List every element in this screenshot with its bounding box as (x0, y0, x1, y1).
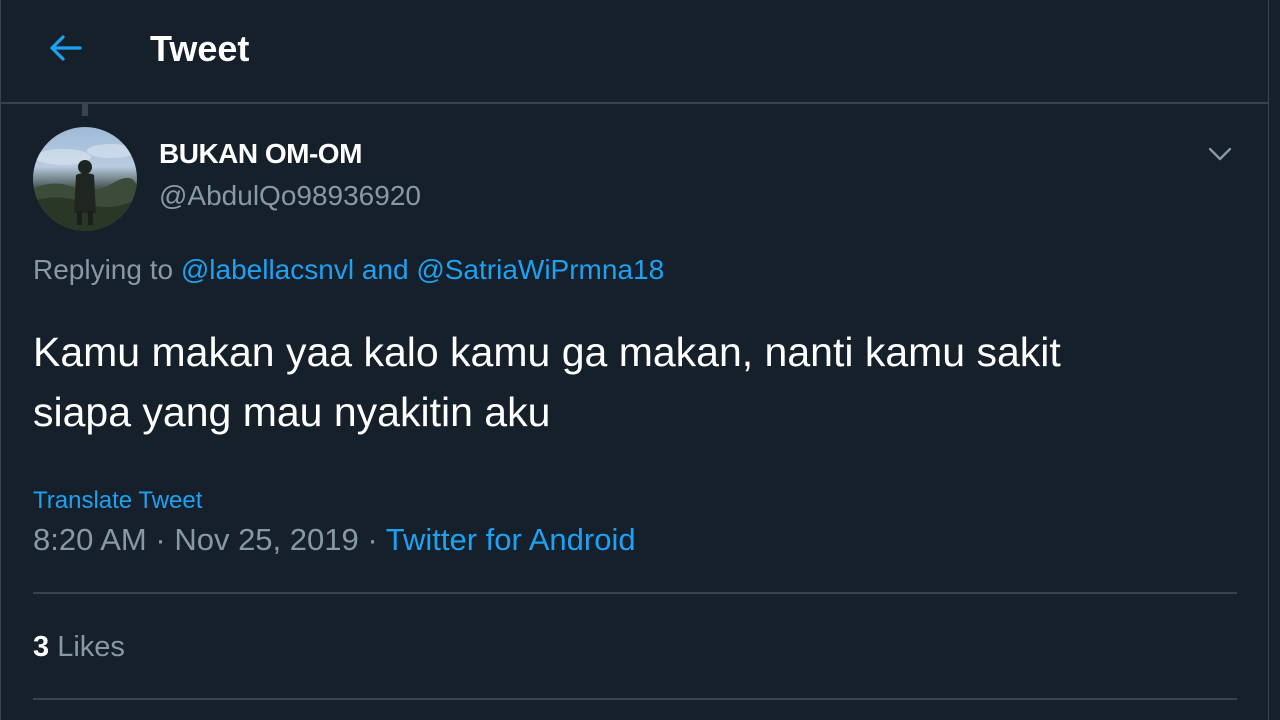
tweet-text-line: siapa yang mau nyakitin aku (33, 389, 551, 435)
left-border (0, 0, 1, 720)
mention-link-labellacsnvl[interactable]: @labellacsnvl (181, 254, 354, 285)
divider (33, 698, 1237, 700)
likes-label: Likes (57, 631, 125, 663)
tweet-time[interactable]: 8:20 AM (33, 522, 147, 557)
divider (33, 592, 1237, 594)
tweet-page: Tweet BUKAN OM-OM @AbdulQo98936920 Reply… (0, 0, 1280, 720)
right-border (1268, 0, 1269, 720)
tweet-source-link[interactable]: Twitter for Android (386, 522, 636, 557)
author-name[interactable]: BUKAN OM-OM (159, 138, 362, 170)
translate-tweet-link[interactable]: Translate Tweet (33, 487, 202, 515)
likes-link[interactable]: 3 Likes (33, 631, 125, 664)
tweet-metadata: 8:20 AM · Nov 25, 2019 · Twitter for And… (33, 522, 636, 558)
thread-connector (82, 104, 88, 116)
arrow-left-icon (50, 35, 82, 61)
meta-separator: · (367, 522, 378, 557)
page-header: Tweet (0, 0, 1268, 104)
tweet-text: Kamu makan yaa kalo kamu ga makan, nanti… (33, 322, 1248, 442)
tweet-date[interactable]: Nov 25, 2019 (174, 522, 358, 557)
meta-separator: · (155, 522, 166, 557)
likes-count: 3 (33, 631, 50, 663)
replying-to-line: Replying to @labellacsnvl and @SatriaWiP… (33, 254, 664, 286)
avatar[interactable] (33, 127, 137, 231)
chevron-down-icon (1208, 147, 1232, 161)
tweet-text-line: Kamu makan yaa kalo kamu ga makan, nanti… (33, 329, 1061, 375)
avatar-photo (33, 144, 137, 231)
author-handle[interactable]: @AbdulQo98936920 (159, 180, 421, 212)
back-button[interactable] (40, 26, 90, 70)
more-options-button[interactable] (1202, 136, 1238, 172)
mention-link-satriawiprmna18[interactable]: @SatriaWiPrmna18 (416, 254, 664, 285)
mention-conjunction[interactable]: and (362, 254, 409, 285)
replying-to-label: Replying to (33, 254, 174, 285)
page-title: Tweet (150, 28, 250, 69)
